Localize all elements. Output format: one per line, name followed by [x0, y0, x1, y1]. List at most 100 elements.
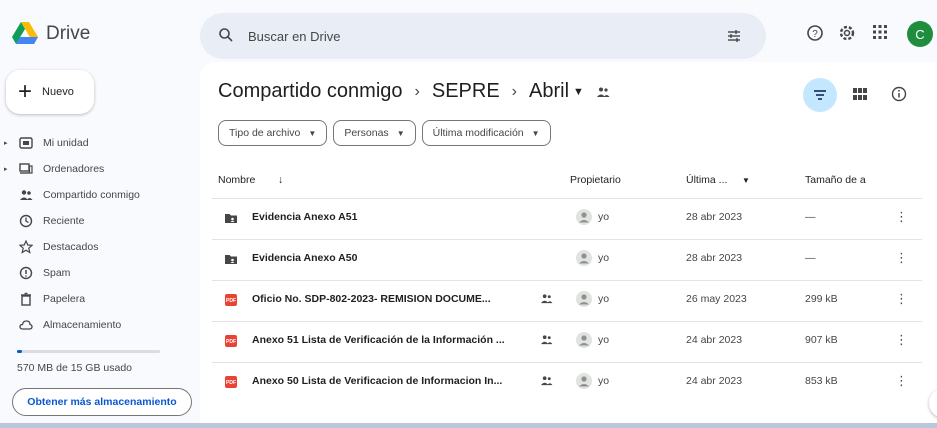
sidebar-item-label: Destacados	[43, 241, 99, 253]
people-icon	[20, 190, 33, 200]
sidebar-item-my-drive[interactable]: ▸ Mi unidad	[0, 132, 190, 154]
sidebar-item-storage[interactable]: Almacenamiento	[0, 314, 190, 336]
file-size: —	[805, 252, 816, 264]
expand-arrow-icon[interactable]: ▸	[4, 165, 8, 173]
filter-last-modified[interactable]: Última modificación ▼	[421, 120, 551, 146]
column-header-owner[interactable]: Propietario	[570, 174, 621, 186]
grid-view-icon[interactable]	[853, 88, 867, 100]
column-header-size[interactable]: Tamaño de a	[805, 174, 866, 186]
owner-name: yo	[598, 252, 610, 264]
main-panel: Compartido conmigo › SEPRE › Abril ▼ Tip…	[200, 62, 937, 428]
owner-name: yo	[598, 334, 610, 346]
file-name[interactable]: Oficio No. SDP-802-2023- REMISION DOCUME…	[252, 293, 491, 305]
file-size: 299 kB	[805, 293, 838, 305]
owner-name: yo	[598, 211, 610, 223]
search-input[interactable]	[248, 25, 708, 47]
search-bar[interactable]	[200, 13, 766, 59]
more-actions-icon[interactable]: ⋮	[895, 332, 908, 348]
sidebar-item-label: Mi unidad	[43, 137, 89, 149]
sidebar-item-starred[interactable]: Destacados	[0, 236, 190, 258]
svg-text:PDF: PDF	[226, 339, 236, 345]
apps-grid-icon[interactable]	[872, 24, 888, 40]
clock-icon	[19, 214, 33, 228]
new-button[interactable]: + Nuevo	[6, 70, 94, 114]
trash-icon	[21, 292, 31, 306]
dropdown-arrow-icon: ▼	[396, 128, 405, 138]
more-actions-icon[interactable]: ⋮	[895, 250, 908, 266]
svg-text:PDF: PDF	[226, 298, 236, 304]
modified-date: 24 abr 2023	[686, 375, 743, 387]
more-actions-icon[interactable]: ⋮	[895, 291, 908, 307]
sidebar-item-spam[interactable]: Spam	[0, 262, 190, 284]
more-actions-icon[interactable]: ⋮	[895, 373, 908, 389]
search-options-icon[interactable]	[726, 28, 742, 44]
sidebar-item-label: Reciente	[43, 215, 85, 227]
sidebar-item-label: Ordenadores	[43, 163, 105, 175]
help-icon[interactable]: ?	[806, 24, 824, 42]
owner-cell: yo	[576, 250, 609, 266]
sidebar-item-computers[interactable]: ▸ Ordenadores	[0, 158, 190, 180]
search-icon[interactable]	[218, 27, 234, 43]
sidebar-item-label: Papelera	[43, 293, 86, 305]
star-icon	[19, 240, 33, 254]
sidebar-item-recent[interactable]: Reciente	[0, 210, 190, 232]
table-row[interactable]: PDF Anexo 50 Lista de Verificacion de Inf…	[212, 362, 922, 400]
top-bar: Drive ? C	[0, 0, 937, 68]
spam-icon	[19, 266, 33, 280]
file-name[interactable]: Evidencia Anexo A50	[252, 252, 357, 264]
computer-icon	[19, 163, 33, 174]
account-avatar[interactable]: C	[907, 21, 933, 47]
breadcrumb-middle[interactable]: SEPRE	[432, 80, 500, 103]
plus-icon: +	[18, 78, 33, 105]
breadcrumb: Compartido conmigo › SEPRE › Abril ▼	[218, 80, 610, 103]
file-name[interactable]: Anexo 50 Lista de Verificacion de Inform…	[252, 375, 502, 387]
shared-people-icon	[541, 335, 553, 345]
pdf-file-icon: PDF	[225, 376, 237, 388]
table-row[interactable]: PDF Oficio No. SDP-802-2023- REMISION DOC…	[212, 280, 922, 318]
column-header-name[interactable]: Nombre	[218, 174, 255, 186]
column-header-modified[interactable]: Última ...	[686, 174, 727, 186]
user-avatar-icon	[576, 332, 592, 348]
info-icon[interactable]	[891, 86, 907, 102]
taskbar-strip	[0, 423, 937, 428]
drive-logo[interactable]: Drive	[12, 22, 90, 45]
breadcrumb-current[interactable]: Abril	[529, 80, 569, 103]
table-row[interactable]: Evidencia Anexo A50 yo 28 abr 2023 — ⋮	[212, 239, 922, 277]
filter-list-icon	[814, 90, 826, 100]
storage-meter-fill	[17, 350, 23, 353]
svg-text:?: ?	[812, 29, 818, 40]
sort-arrow-icon[interactable]: ↓	[278, 174, 283, 186]
breadcrumb-root[interactable]: Compartido conmigo	[218, 80, 403, 103]
sidebar-item-trash[interactable]: Papelera	[0, 288, 190, 310]
pdf-file-icon: PDF	[225, 335, 237, 347]
folder-menu-caret-icon[interactable]: ▼	[573, 86, 584, 98]
settings-icon[interactable]	[838, 24, 856, 42]
sidebar-item-shared-with-me[interactable]: Compartido conmigo	[0, 184, 190, 206]
sidebar-item-label: Spam	[43, 267, 71, 279]
shared-people-icon	[541, 376, 553, 386]
breadcrumb-separator-icon: ›	[414, 82, 420, 100]
user-avatar-icon	[576, 373, 592, 389]
more-actions-icon[interactable]: ⋮	[895, 209, 908, 225]
modified-date: 24 abr 2023	[686, 334, 743, 346]
file-name[interactable]: Anexo 51 Lista de Verificación de la Inf…	[252, 334, 505, 346]
shared-folder-icon	[596, 87, 610, 97]
filter-file-type[interactable]: Tipo de archivo ▼	[218, 120, 328, 146]
dropdown-arrow-icon[interactable]: ▼	[742, 176, 750, 185]
get-more-storage-button[interactable]: Obtener más almacenamiento	[12, 388, 192, 416]
modified-date: 26 may 2023	[686, 293, 747, 305]
table-header: Nombre ↓ Propietario Última ... ▼ Tamaño…	[218, 166, 918, 198]
drive-icon	[19, 137, 33, 149]
table-row[interactable]: PDF Anexo 51 Lista de Verificación de la …	[212, 321, 922, 359]
pdf-file-icon: PDF	[225, 294, 237, 306]
shared-people-icon	[541, 294, 553, 304]
table-row[interactable]: Evidencia Anexo A51 yo 28 abr 2023 — ⋮	[212, 198, 922, 236]
shared-folder-icon	[225, 255, 237, 264]
owner-cell: yo	[576, 291, 609, 307]
file-name[interactable]: Evidencia Anexo A51	[252, 211, 357, 223]
list-view-toggle[interactable]	[803, 78, 837, 112]
storage-usage-text: 570 MB de 15 GB usado	[17, 362, 132, 374]
filter-people[interactable]: Personas ▼	[333, 120, 416, 146]
expand-arrow-icon[interactable]: ▸	[4, 139, 8, 147]
dropdown-arrow-icon: ▼	[308, 128, 317, 138]
